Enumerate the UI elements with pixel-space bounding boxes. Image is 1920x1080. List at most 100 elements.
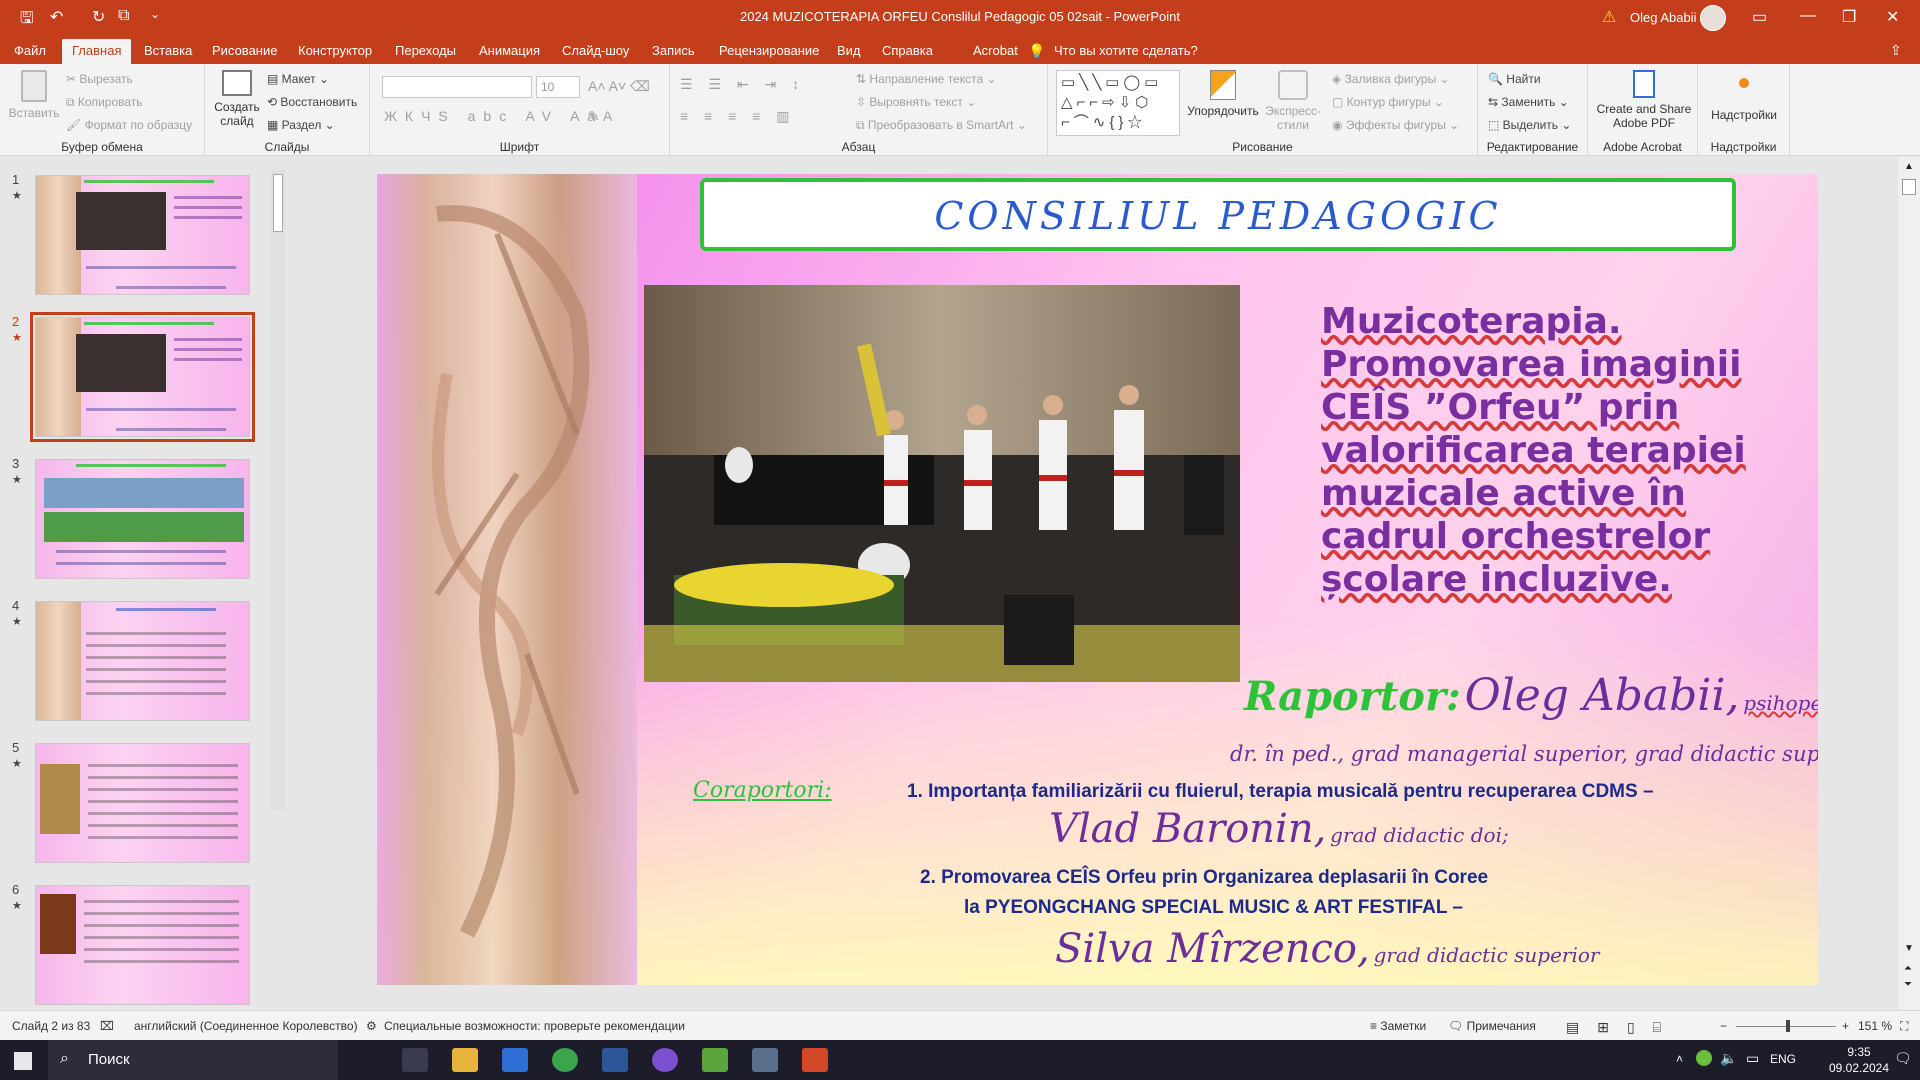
next-slide-icon[interactable]: ⏷ xyxy=(1904,979,1912,990)
font-format-buttons[interactable]: ЖКЧS abc AV Aa xyxy=(384,108,603,124)
tray-up-icon[interactable]: ˄ xyxy=(1676,1052,1683,1066)
find-button[interactable]: 🔍 Найти xyxy=(1488,72,1541,86)
create-pdf-button[interactable]: Create and Share Adobe PDF xyxy=(1596,70,1692,130)
zoom-level[interactable]: 151 % xyxy=(1858,1019,1892,1033)
tab-view[interactable]: Вид xyxy=(827,41,871,60)
text-direction-button[interactable]: ⇅ Направление текста ⌄ xyxy=(856,72,997,86)
quick-styles-button[interactable]: Экспресс-стили xyxy=(1262,70,1324,132)
app-icon[interactable] xyxy=(752,1048,778,1072)
taskbar-search[interactable]: ⌕ Поиск xyxy=(48,1040,338,1080)
ribbon-display-icon[interactable]: ▭ xyxy=(1752,7,1767,27)
slide-title-box[interactable]: CONSILIUL PEDAGOGIC xyxy=(700,178,1736,251)
shape-fill-button[interactable]: ◈ Заливка фигуры ⌄ xyxy=(1332,72,1450,86)
slide-scrollbar[interactable]: ▲ ▼ ⏶ ⏷ xyxy=(1898,157,1920,1010)
tab-acrobat[interactable]: Acrobat xyxy=(963,41,1028,60)
tab-animations[interactable]: Анимация xyxy=(469,41,550,60)
copy-button[interactable]: ⧉ Копировать xyxy=(66,95,143,110)
tray-app-icon[interactable] xyxy=(1696,1050,1712,1066)
cut-button[interactable]: ✂ Вырезать xyxy=(66,72,133,86)
align-text-button[interactable]: ⇳ Выровнять текст ⌄ xyxy=(856,95,976,109)
layout-button[interactable]: ▤ Макет ⌄ xyxy=(267,72,329,86)
font-size-input[interactable]: 10 xyxy=(536,76,580,98)
notifications-icon[interactable]: 🗨 xyxy=(1894,1050,1912,1067)
slide-thumbnail-4[interactable] xyxy=(35,601,250,721)
user-name[interactable]: Oleg Ababii xyxy=(1630,10,1697,25)
zoom-in-icon[interactable]: + xyxy=(1842,1019,1849,1033)
spell-check-icon[interactable]: ⌧ xyxy=(100,1019,114,1033)
fit-slide-icon[interactable]: ⛶ xyxy=(1900,1019,1908,1034)
chrome-icon[interactable] xyxy=(552,1048,578,1072)
powerpoint-icon[interactable] xyxy=(802,1048,828,1072)
comments-button[interactable]: 🗨 Примечания xyxy=(1448,1019,1536,1033)
task-view-icon[interactable] xyxy=(402,1048,428,1072)
zoom-out-icon[interactable]: − xyxy=(1720,1019,1727,1033)
save-app-icon[interactable] xyxy=(502,1048,528,1072)
close-icon[interactable]: ✕ xyxy=(1886,7,1899,27)
tab-design[interactable]: Конструктор xyxy=(288,41,382,60)
tab-home[interactable]: Главная xyxy=(62,39,132,64)
font-color-icon[interactable]: ✎ A xyxy=(588,108,612,125)
utorrent-icon[interactable] xyxy=(702,1048,728,1072)
slide-thumbnail-6[interactable] xyxy=(35,885,250,1005)
tab-draw[interactable]: Рисование xyxy=(202,41,287,60)
view-buttons[interactable]: ▤⊞▯⌸ xyxy=(1566,1019,1679,1036)
slide-subject[interactable]: Muzicoterapia. Promovarea imaginii CEÎS … xyxy=(1321,300,1781,601)
notes-button[interactable]: ≡ Заметки xyxy=(1370,1019,1426,1033)
font-name-input[interactable] xyxy=(382,76,532,98)
tab-file[interactable]: Файл xyxy=(4,41,56,60)
raportor-line[interactable]: Raportor: Oleg Ababii, psihopedagog xyxy=(1244,670,1818,721)
tell-me-search[interactable]: Что вы хотите сделать? xyxy=(1044,41,1208,60)
slide-thumbnail-3[interactable] xyxy=(35,459,250,579)
tab-record[interactable]: Запись xyxy=(642,41,705,60)
scrollbar-thumb[interactable] xyxy=(273,174,283,232)
accessibility-status[interactable]: Специальные возможности: проверьте реком… xyxy=(384,1019,685,1033)
list-buttons[interactable]: ☰ ☰ ⇤ ⇥ ↕ xyxy=(680,76,805,93)
align-buttons[interactable]: ≡ ≡ ≡ ≡ ▥ xyxy=(680,108,795,125)
slide-canvas[interactable]: CONSILIUL PEDAGOGIC Muzicoterapia. Promo… xyxy=(377,174,1818,985)
prev-slide-icon[interactable]: ⏶ xyxy=(1904,963,1912,974)
tab-review[interactable]: Рецензирование xyxy=(709,41,829,60)
addins-button[interactable]: Надстройки xyxy=(1704,70,1784,122)
select-button[interactable]: ⬚ Выделить ⌄ xyxy=(1488,118,1571,132)
format-painter-button[interactable]: 🖌 Формат по образцу xyxy=(66,118,192,132)
word-icon[interactable] xyxy=(602,1048,628,1072)
windows-start-icon[interactable] xyxy=(14,1052,32,1070)
file-explorer-icon[interactable] xyxy=(452,1048,478,1072)
slide-thumbnail-2[interactable] xyxy=(30,312,255,442)
smartart-button[interactable]: ⧉ Преобразовать в SmartArt ⌄ xyxy=(856,118,1027,133)
zoom-slider-thumb[interactable] xyxy=(1786,1020,1790,1032)
reset-button[interactable]: ⟲ Восстановить xyxy=(267,95,357,109)
language-indicator[interactable]: ENG xyxy=(1770,1052,1796,1066)
tab-transitions[interactable]: Переходы xyxy=(385,41,466,60)
tab-slideshow[interactable]: Слайд-шоу xyxy=(552,41,639,60)
volume-icon[interactable]: 🔈 xyxy=(1720,1050,1737,1067)
grow-font-icon[interactable]: A˄ A˅ ⌫ xyxy=(588,78,650,95)
slide-thumbnail-1[interactable] xyxy=(35,175,250,295)
scroll-up-icon[interactable]: ▲ xyxy=(1904,161,1914,172)
shape-effects-button[interactable]: ◉ Эффекты фигуры ⌄ xyxy=(1332,118,1459,132)
clock-date[interactable]: 09.02.2024 xyxy=(1826,1061,1892,1075)
share-icon[interactable]: ⇪ xyxy=(1890,42,1902,59)
scrollbar-thumb[interactable] xyxy=(1902,179,1916,195)
section-button[interactable]: ▦ Раздел ⌄ xyxy=(267,118,335,132)
orchestra-photo[interactable] xyxy=(644,285,1240,682)
clock-time[interactable]: 9:35 xyxy=(1826,1045,1892,1059)
arrange-button[interactable]: Упорядочить xyxy=(1184,70,1262,118)
viber-icon[interactable] xyxy=(652,1048,678,1072)
slide-thumbnail-5[interactable] xyxy=(35,743,250,863)
paste-button[interactable]: Вставить xyxy=(6,70,62,120)
tab-insert[interactable]: Вставка xyxy=(134,41,202,60)
tab-help[interactable]: Справка xyxy=(872,41,943,60)
new-slide-button[interactable]: Создать слайд xyxy=(211,70,263,128)
network-icon[interactable]: ▭ xyxy=(1746,1050,1759,1067)
scroll-down-icon[interactable]: ▼ xyxy=(1904,943,1914,954)
avatar[interactable] xyxy=(1700,5,1726,31)
shape-outline-button[interactable]: ▢ Контур фигуры ⌄ xyxy=(1332,95,1444,109)
shapes-gallery[interactable]: ▭╲╲▭◯▭ △⌐⌐⇨⇩⬡ ⌐⌒∿{}☆ xyxy=(1056,70,1180,136)
minimize-icon[interactable]: — xyxy=(1800,7,1816,25)
accessibility-icon[interactable]: ⚙ xyxy=(366,1019,377,1033)
thumbnail-scrollbar[interactable] xyxy=(271,170,285,810)
language-status[interactable]: английский (Соединенное Королевство) xyxy=(134,1019,358,1033)
replace-button[interactable]: ⇆ Заменить ⌄ xyxy=(1488,95,1569,109)
restore-icon[interactable]: ❐ xyxy=(1842,7,1856,27)
